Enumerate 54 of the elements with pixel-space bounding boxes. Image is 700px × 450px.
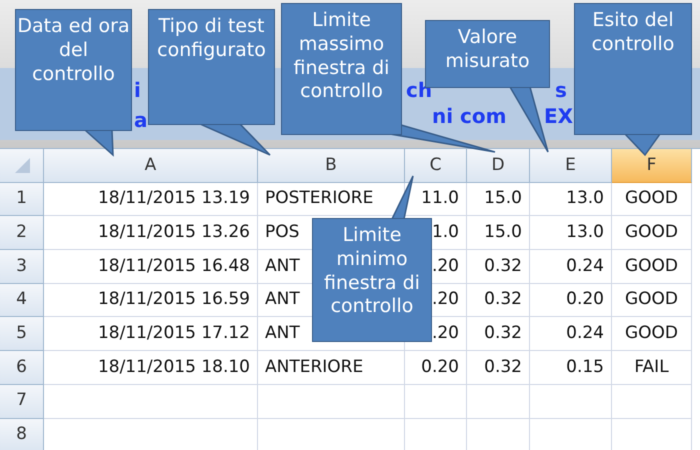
- table-cell: 0.24: [530, 250, 612, 284]
- title-text: i: [134, 80, 141, 100]
- column-header[interactable]: A: [44, 149, 258, 183]
- table-cell: 18/11/2015 18.10: [44, 351, 258, 385]
- table-cell: FAIL: [612, 351, 692, 385]
- table-cell: 0.32: [467, 250, 530, 284]
- callout: Esito del controllo: [574, 3, 692, 135]
- row-header[interactable]: 7: [0, 384, 44, 418]
- title-text: s: [555, 80, 567, 100]
- title-text: a: [134, 110, 148, 130]
- row-header[interactable]: 4: [0, 284, 44, 318]
- callout: Limite minimo finestra di controllo: [312, 218, 432, 342]
- table-cell: 0.15: [530, 351, 612, 385]
- table-cell: 13.0: [530, 182, 612, 216]
- table-cell: 18/11/2015 16.59: [44, 284, 258, 318]
- table-cell: 15.0: [467, 182, 530, 216]
- row-header[interactable]: 3: [0, 250, 44, 284]
- row-header[interactable]: 2: [0, 216, 44, 250]
- table-cell: 0.20: [530, 284, 612, 318]
- row-header[interactable]: 5: [0, 317, 44, 352]
- table-cell: 18/11/2015 13.26: [44, 216, 258, 250]
- row-header[interactable]: 1: [0, 182, 44, 216]
- table-cell: GOOD: [612, 284, 692, 318]
- callout: Limite massimo finestra di controllo: [281, 3, 402, 135]
- table-cell: 0.32: [467, 351, 530, 385]
- table-cell: 18/11/2015 17.12: [44, 317, 258, 352]
- empty-cell: [405, 384, 467, 418]
- table-cell: GOOD: [612, 250, 692, 284]
- column-header[interactable]: D: [467, 149, 530, 183]
- table-cell: 0.24: [530, 317, 612, 352]
- callout: Data ed ora del controllo: [15, 9, 132, 131]
- callout-tail: [390, 175, 414, 220]
- table-cell: ANTERIORE: [258, 351, 405, 385]
- column-header[interactable]: C: [405, 149, 467, 183]
- table-cell: GOOD: [612, 317, 692, 352]
- table-cell: 18/11/2015 16.48: [44, 250, 258, 284]
- table-cell: 15.0: [467, 216, 530, 250]
- row-header[interactable]: 6: [0, 351, 44, 385]
- column-header[interactable]: F: [612, 149, 692, 183]
- table-cell: GOOD: [612, 216, 692, 250]
- title-text: EX: [544, 106, 574, 126]
- row-header[interactable]: 8: [0, 418, 44, 450]
- table-cell: 0.32: [467, 284, 530, 318]
- table-cell: 0.32: [467, 317, 530, 352]
- empty-cell: [467, 384, 530, 418]
- table-cell: 18/11/2015 13.19: [44, 182, 258, 216]
- table-cell: 0.20: [405, 351, 467, 385]
- column-header[interactable]: E: [530, 149, 612, 183]
- title-text: ni com: [432, 106, 506, 126]
- callout-tail: [199, 123, 271, 156]
- table-cell: GOOD: [612, 182, 692, 216]
- column-header[interactable]: B: [258, 149, 405, 183]
- table-cell: 13.0: [530, 216, 612, 250]
- select-all-icon[interactable]: [12, 156, 30, 174]
